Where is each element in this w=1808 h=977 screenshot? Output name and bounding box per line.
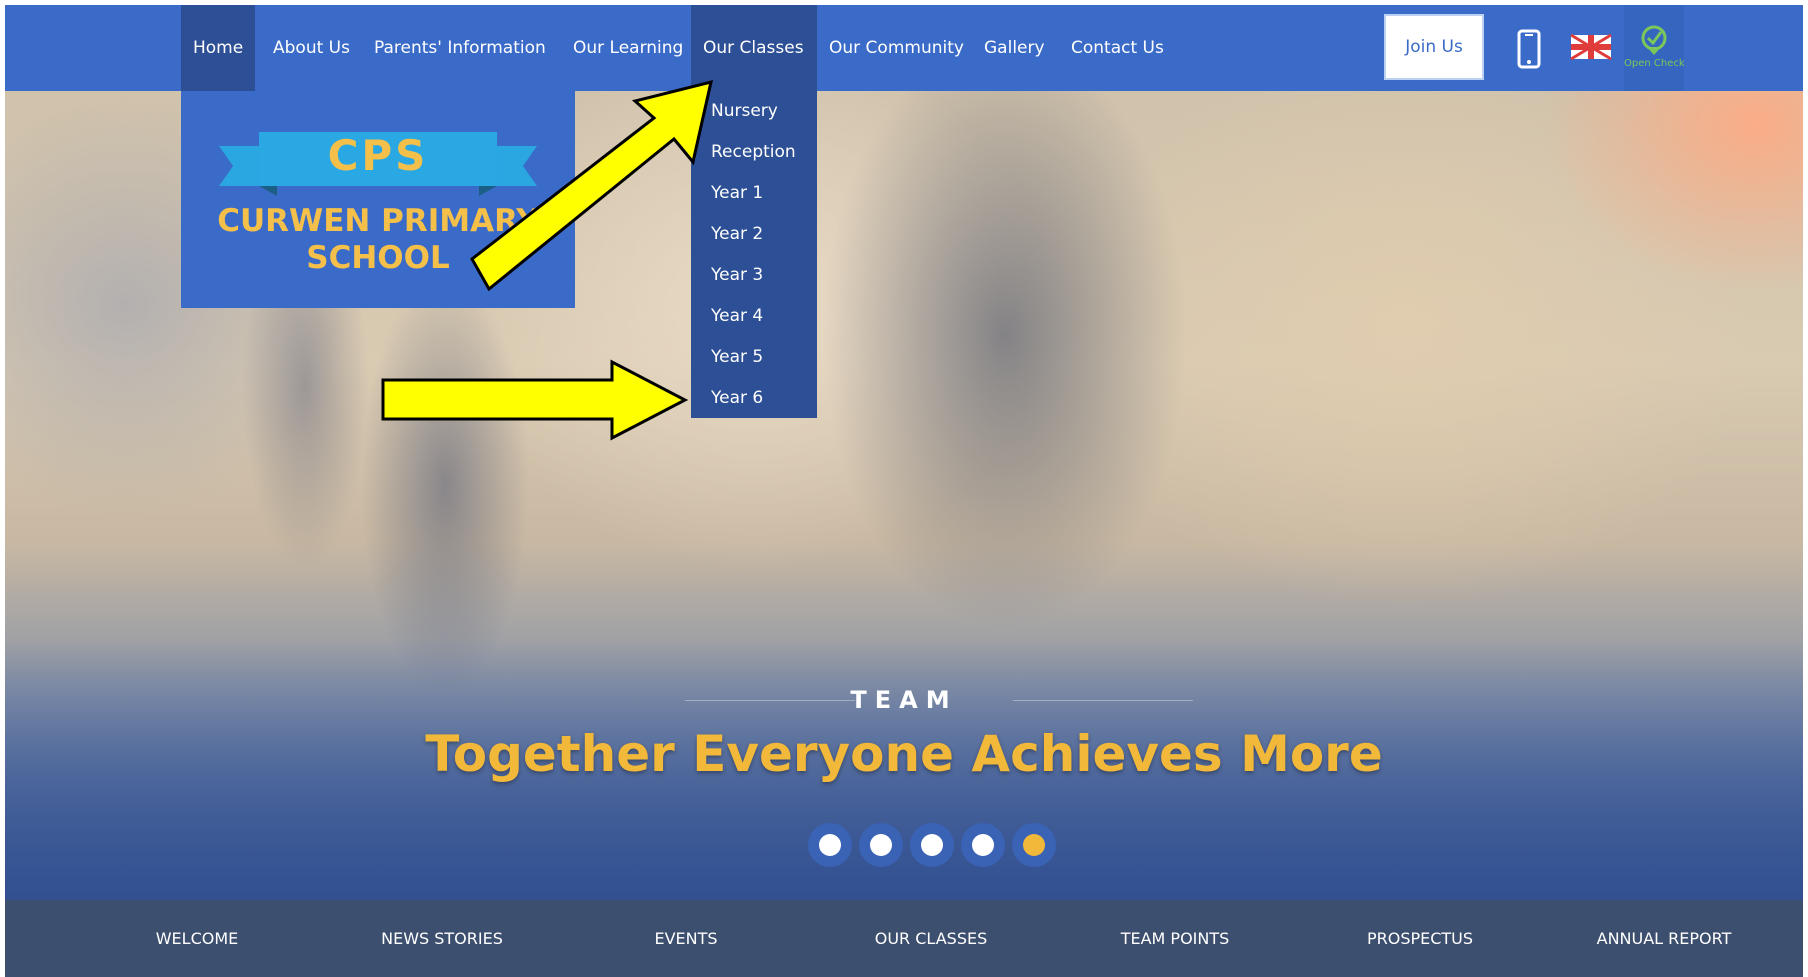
quick-link-news-stories[interactable]: NEWS STORIES	[342, 900, 542, 977]
quick-link-prospectus[interactable]: PROSPECTUS	[1320, 900, 1520, 977]
slider-dot[interactable]	[808, 823, 852, 867]
quick-link-our-classes[interactable]: OUR CLASSES	[831, 900, 1031, 977]
slider-dot[interactable]	[910, 823, 954, 867]
diagonal-arrow-icon	[470, 79, 713, 292]
slider-dot-active[interactable]	[1012, 823, 1056, 867]
quick-link-welcome[interactable]: WELCOME	[97, 900, 297, 977]
slogan-kicker: TEAM	[850, 686, 958, 714]
slider-dot[interactable]	[961, 823, 1005, 867]
page-frame: Home About Us Parents' Information Our L…	[5, 5, 1803, 977]
slogan-headline: Together Everyone Achieves More	[425, 725, 1383, 783]
slider-dot[interactable]	[859, 823, 903, 867]
quick-link-events[interactable]: EVENTS	[586, 900, 786, 977]
annotation-arrows	[381, 79, 713, 441]
quick-links-bar: WELCOME NEWS STORIES EVENTS OUR CLASSES …	[5, 900, 1803, 977]
horizontal-arrow-icon	[381, 359, 689, 441]
quick-link-team-points[interactable]: TEAM POINTS	[1075, 900, 1275, 977]
quick-link-annual-report[interactable]: ANNUAL REPORT	[1564, 900, 1764, 977]
